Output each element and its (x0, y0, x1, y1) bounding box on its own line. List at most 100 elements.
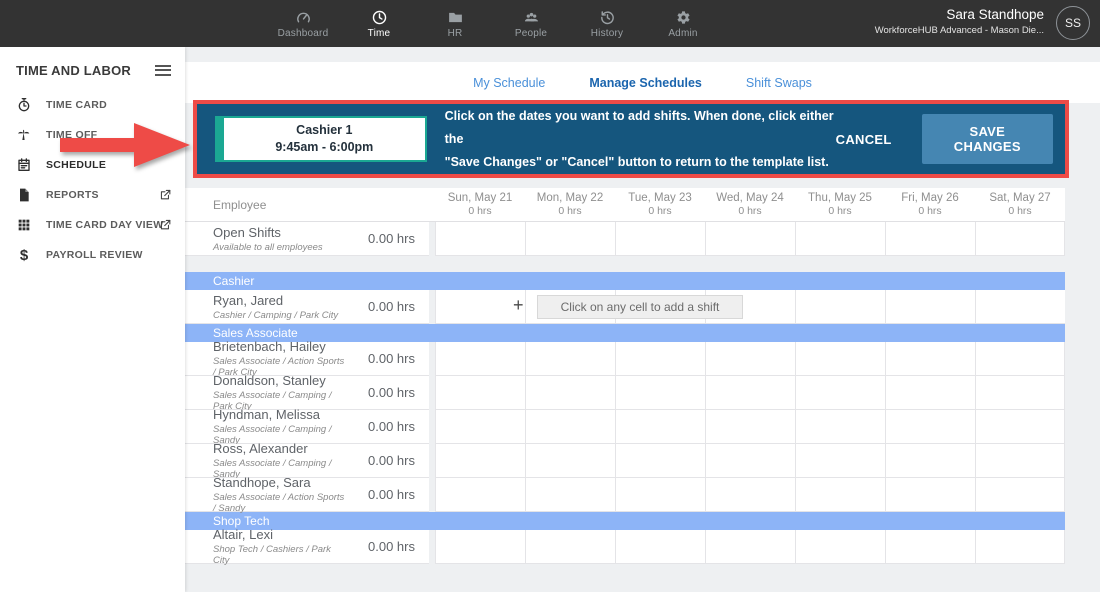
shift-day-cell[interactable] (975, 290, 1065, 324)
shift-day-cell[interactable] (885, 530, 975, 564)
nav-item-history[interactable]: History (569, 0, 645, 47)
shift-day-cell[interactable] (615, 410, 705, 444)
employee-name: Open Shifts (213, 225, 349, 240)
shift-day-cell[interactable] (435, 290, 525, 324)
shift-day-cell[interactable] (705, 342, 795, 376)
employee-hours: 0.00 hrs (349, 453, 429, 468)
shift-day-cell[interactable] (435, 530, 525, 564)
table-row: Brietenbach, HaileySales Associate / Act… (185, 342, 1065, 376)
day-label: Mon, May 22 (537, 192, 603, 204)
shift-day-cell[interactable] (705, 410, 795, 444)
shift-day-cell[interactable] (975, 478, 1065, 512)
employee-cell: Standhope, SaraSales Associate / Action … (185, 478, 429, 512)
save-changes-button[interactable]: SAVE CHANGES (922, 114, 1053, 164)
day-hours: 0 hrs (648, 205, 671, 217)
shift-day-cell[interactable] (435, 376, 525, 410)
shift-day-cell[interactable] (975, 342, 1065, 376)
shift-day-cell[interactable] (615, 222, 705, 256)
shift-day-cell[interactable] (525, 444, 615, 478)
shift-day-cell[interactable] (435, 222, 525, 256)
nav-item-label: Time (368, 28, 391, 39)
shift-day-cell[interactable] (795, 342, 885, 376)
cancel-button[interactable]: CANCEL (836, 132, 892, 147)
shift-day-cell[interactable] (975, 530, 1065, 564)
shift-day-cell[interactable] (795, 530, 885, 564)
table-row: Open ShiftsAvailable to all employees0.0… (185, 222, 1065, 256)
shift-day-cell[interactable] (525, 376, 615, 410)
people-icon (523, 9, 540, 26)
shift-day-cell[interactable] (885, 222, 975, 256)
day-label: Sat, May 27 (989, 192, 1050, 204)
shift-day-cell[interactable] (435, 478, 525, 512)
shift-day-cell[interactable] (885, 410, 975, 444)
nav-item-dashboard[interactable]: Dashboard (265, 0, 341, 47)
sidebar-item-time-card-day-view[interactable]: TIME CARD DAY VIEW (0, 210, 185, 240)
shift-day-cell[interactable] (885, 342, 975, 376)
nav-item-label: History (591, 28, 624, 39)
tab-manage-schedules[interactable]: Manage Schedules (589, 76, 702, 90)
stopwatch-icon (16, 97, 32, 113)
employee-info: Open ShiftsAvailable to all employees (185, 225, 349, 253)
gear-icon (675, 9, 692, 26)
shift-template-time: 9:45am - 6:00pm (275, 139, 373, 156)
shift-day-cell[interactable] (435, 444, 525, 478)
shift-day-cell[interactable] (975, 222, 1065, 256)
sidebar-item-payroll-review[interactable]: $PAYROLL REVIEW (0, 240, 185, 270)
shift-day-cell[interactable] (435, 342, 525, 376)
shift-day-cell[interactable] (705, 478, 795, 512)
shift-day-cell[interactable] (885, 478, 975, 512)
shift-day-cell[interactable] (975, 444, 1065, 478)
shift-day-cell[interactable] (525, 410, 615, 444)
shift-day-cell[interactable] (525, 342, 615, 376)
shift-template-card: Cashier 1 9:45am - 6:00pm (215, 116, 427, 162)
shift-day-cell[interactable] (615, 376, 705, 410)
shift-day-cell[interactable] (615, 530, 705, 564)
tab-my-schedule[interactable]: My Schedule (473, 76, 545, 90)
nav-item-people[interactable]: People (493, 0, 569, 47)
shift-day-cell[interactable] (705, 530, 795, 564)
hamburger-icon[interactable] (155, 62, 171, 78)
shift-day-cell[interactable] (975, 410, 1065, 444)
employee-subtitle: Shop Tech / Cashiers / Park City (213, 544, 349, 566)
shift-day-cell[interactable] (885, 376, 975, 410)
sidebar-item-time-card[interactable]: TIME CARD (0, 90, 185, 120)
sidebar-item-reports[interactable]: REPORTS (0, 180, 185, 210)
shift-day-cell[interactable] (705, 376, 795, 410)
day-hours: 0 hrs (918, 205, 941, 217)
shift-day-cell[interactable] (795, 376, 885, 410)
shift-day-cell[interactable] (525, 222, 615, 256)
shift-day-cell[interactable] (705, 444, 795, 478)
avatar[interactable]: SS (1056, 6, 1090, 40)
nav-item-admin[interactable]: Admin (645, 0, 721, 47)
nav-item-time[interactable]: Time (341, 0, 417, 47)
employee-name: Standhope, Sara (213, 475, 349, 490)
sidebar-item-label: TIME CARD (46, 99, 107, 111)
day-hours: 0 hrs (1008, 205, 1031, 217)
sidebar-item-label: TIME CARD DAY VIEW (46, 219, 163, 231)
shift-day-cell[interactable] (795, 478, 885, 512)
shift-day-cell[interactable] (435, 410, 525, 444)
sidebar-item-label: REPORTS (46, 189, 99, 201)
table-row: Ross, AlexanderSales Associate / Camping… (185, 444, 1065, 478)
day-label: Thu, May 25 (808, 192, 872, 204)
banner-instructions: Click on the dates you want to add shift… (445, 105, 836, 174)
shift-day-cell[interactable] (795, 290, 885, 324)
shift-day-cell[interactable] (525, 478, 615, 512)
tab-shift-swaps[interactable]: Shift Swaps (746, 76, 812, 90)
shift-day-cell[interactable] (795, 444, 885, 478)
shift-day-cell[interactable] (705, 222, 795, 256)
nav-item-hr[interactable]: HR (417, 0, 493, 47)
shift-day-cell[interactable] (885, 290, 975, 324)
day-hours: 0 hrs (468, 205, 491, 217)
annotation-arrow (60, 122, 192, 168)
table-row: Donaldson, StanleySales Associate / Camp… (185, 376, 1065, 410)
shift-day-cell[interactable] (615, 478, 705, 512)
shift-day-cell[interactable] (795, 410, 885, 444)
day-label: Wed, May 24 (716, 192, 784, 204)
shift-day-cell[interactable] (525, 530, 615, 564)
shift-day-cell[interactable] (885, 444, 975, 478)
shift-day-cell[interactable] (795, 222, 885, 256)
shift-day-cell[interactable] (615, 444, 705, 478)
shift-day-cell[interactable] (615, 342, 705, 376)
shift-day-cell[interactable] (975, 376, 1065, 410)
